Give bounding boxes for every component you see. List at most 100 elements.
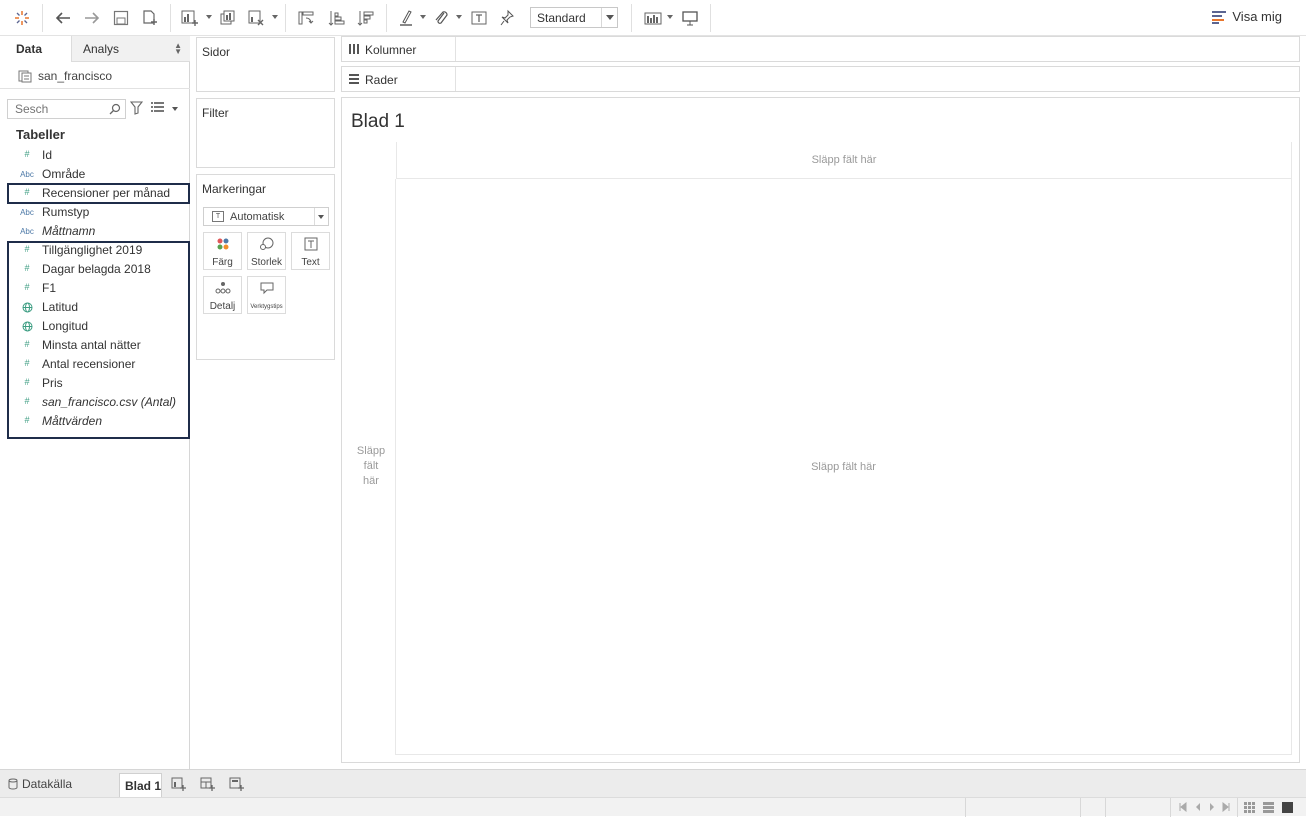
datasource-item[interactable]: san_francisco (0, 62, 190, 89)
undo-icon[interactable] (52, 6, 74, 30)
presentation-mode-icon[interactable] (679, 6, 701, 30)
list-view-icon[interactable] (151, 101, 165, 113)
rows-shelf[interactable]: Rader (341, 66, 1300, 92)
sheet-tab-blad-1[interactable]: Blad 1 (119, 773, 162, 797)
abc-type-icon: Abc (20, 208, 34, 217)
tableau-logo-icon[interactable] (12, 6, 32, 30)
datasource-tab-label: Datakälla (22, 777, 73, 791)
size-icon (259, 237, 273, 250)
columns-shelf-label: Kolumner (365, 43, 417, 57)
new-dashboard-icon[interactable] (200, 776, 216, 792)
drop-hint-top: Släpp fält här (811, 154, 877, 166)
field-label: Måttnamn (42, 224, 96, 238)
swap-rows-columns-icon[interactable] (294, 6, 318, 30)
color-icon (217, 238, 228, 250)
field-label: Område (42, 167, 86, 181)
datasource-name: san_francisco (38, 69, 113, 83)
abc-type-icon: Abc (20, 170, 34, 179)
show-mark-labels-icon[interactable] (468, 6, 490, 30)
mark-type-value: Automatisk (230, 211, 285, 223)
search-input[interactable] (15, 100, 110, 118)
last-sheet-icon[interactable] (1221, 802, 1231, 812)
sheet-sorter-icon[interactable] (1244, 802, 1255, 813)
fit-select[interactable]: Standard (530, 7, 618, 28)
pages-card-title: Sidor (202, 45, 231, 59)
size-label: Storlek (250, 257, 283, 268)
tabs-view-icon[interactable] (1282, 802, 1293, 813)
selection-highlight-measures (7, 241, 190, 439)
color-button[interactable]: Färg (203, 232, 242, 270)
size-button[interactable]: Storlek (247, 232, 286, 270)
datasource-icon (18, 70, 32, 83)
text-button[interactable]: Text (291, 232, 330, 270)
new-worksheet-icon[interactable] (178, 6, 202, 30)
field-item[interactable]: Abc Rumstyp (0, 203, 190, 222)
status-bar (0, 797, 1306, 817)
sheet-title[interactable]: Blad 1 (351, 111, 405, 133)
previous-sheet-icon[interactable] (1193, 802, 1203, 812)
datasource-tab[interactable]: Datakälla (8, 777, 72, 791)
search-icon (109, 103, 121, 115)
text-icon (304, 237, 317, 251)
data-pane: Data Analys ▲▼ san_francisco Tabeller # I… (0, 36, 190, 769)
show-me-icon (1212, 10, 1227, 24)
filters-card[interactable]: Filter (196, 98, 335, 168)
tables-heading: Tabeller (16, 127, 65, 142)
show-me-button[interactable]: Visa mig (1212, 9, 1282, 24)
drop-hint-main: Släpp fält här (811, 461, 876, 473)
field-item[interactable]: Abc Område (0, 165, 190, 184)
sheet-tab-bar: Datakälla Blad 1 (0, 769, 1306, 797)
data-pane-tabs: Data Analys ▲ ▼ (0, 36, 190, 62)
group-members-icon[interactable] (431, 6, 451, 30)
save-icon[interactable] (110, 6, 132, 30)
highlight-icon[interactable] (396, 6, 416, 30)
chevron-down-icon (314, 208, 328, 225)
mark-type-select[interactable]: T Automatisk (203, 207, 329, 226)
search-box[interactable] (7, 99, 126, 119)
color-label: Färg (212, 257, 233, 268)
fit-select-value: Standard (537, 11, 586, 25)
detail-icon (215, 282, 230, 294)
show-cards-icon[interactable] (641, 6, 665, 30)
field-item[interactable]: # Id (0, 146, 190, 165)
drop-zone-columns[interactable]: Släpp fält här (396, 142, 1292, 179)
selection-highlight-recensioner (7, 183, 190, 204)
clear-sheet-icon[interactable] (244, 6, 268, 30)
add-datasource-icon[interactable] (139, 6, 161, 30)
rows-shelf-label: Rader (365, 73, 398, 87)
first-sheet-icon[interactable] (1178, 802, 1188, 812)
pages-card[interactable]: Sidor (196, 37, 335, 92)
new-story-icon[interactable] (229, 776, 245, 792)
tab-data[interactable]: Data (0, 36, 70, 62)
rows-icon (349, 74, 359, 84)
marks-card: Markeringar T Automatisk Färg Storlek Te… (196, 174, 335, 360)
mark-type-icon: T (212, 211, 224, 222)
chevron-down-icon[interactable] (172, 107, 178, 111)
filmstrip-icon[interactable] (1263, 802, 1274, 813)
pin-axes-icon[interactable] (497, 6, 517, 30)
new-worksheet-icon[interactable] (171, 776, 187, 792)
columns-shelf[interactable]: Kolumner (341, 36, 1300, 62)
sort-ascending-icon[interactable] (324, 6, 348, 30)
field-item[interactable]: Abc Måttnamn (0, 222, 190, 241)
detail-button[interactable]: Detalj (203, 276, 242, 314)
redo-icon[interactable] (81, 6, 103, 30)
drop-zone-rows[interactable]: Släpp fält här (342, 179, 396, 755)
up-down-arrows-icon: ▲ ▼ (174, 41, 182, 56)
duplicate-sheet-icon[interactable] (216, 6, 240, 30)
detail-label: Detalj (209, 301, 236, 312)
sort-descending-icon[interactable] (353, 6, 377, 30)
tooltip-icon (260, 282, 273, 295)
database-icon (8, 778, 18, 790)
tooltip-button[interactable]: Verktygstips (247, 276, 286, 314)
drop-zone-main[interactable]: Släpp fält här (396, 179, 1292, 755)
next-sheet-icon[interactable] (1207, 802, 1217, 812)
tab-analys-label: Analys (83, 42, 120, 56)
filters-card-title: Filter (202, 106, 229, 120)
columns-icon (349, 44, 359, 54)
field-label: Id (42, 148, 53, 162)
field-label: Rumstyp (42, 205, 90, 219)
tab-analys[interactable]: Analys ▲ ▼ (71, 36, 190, 62)
marks-card-title: Markeringar (202, 182, 267, 196)
filter-icon[interactable] (130, 101, 143, 115)
